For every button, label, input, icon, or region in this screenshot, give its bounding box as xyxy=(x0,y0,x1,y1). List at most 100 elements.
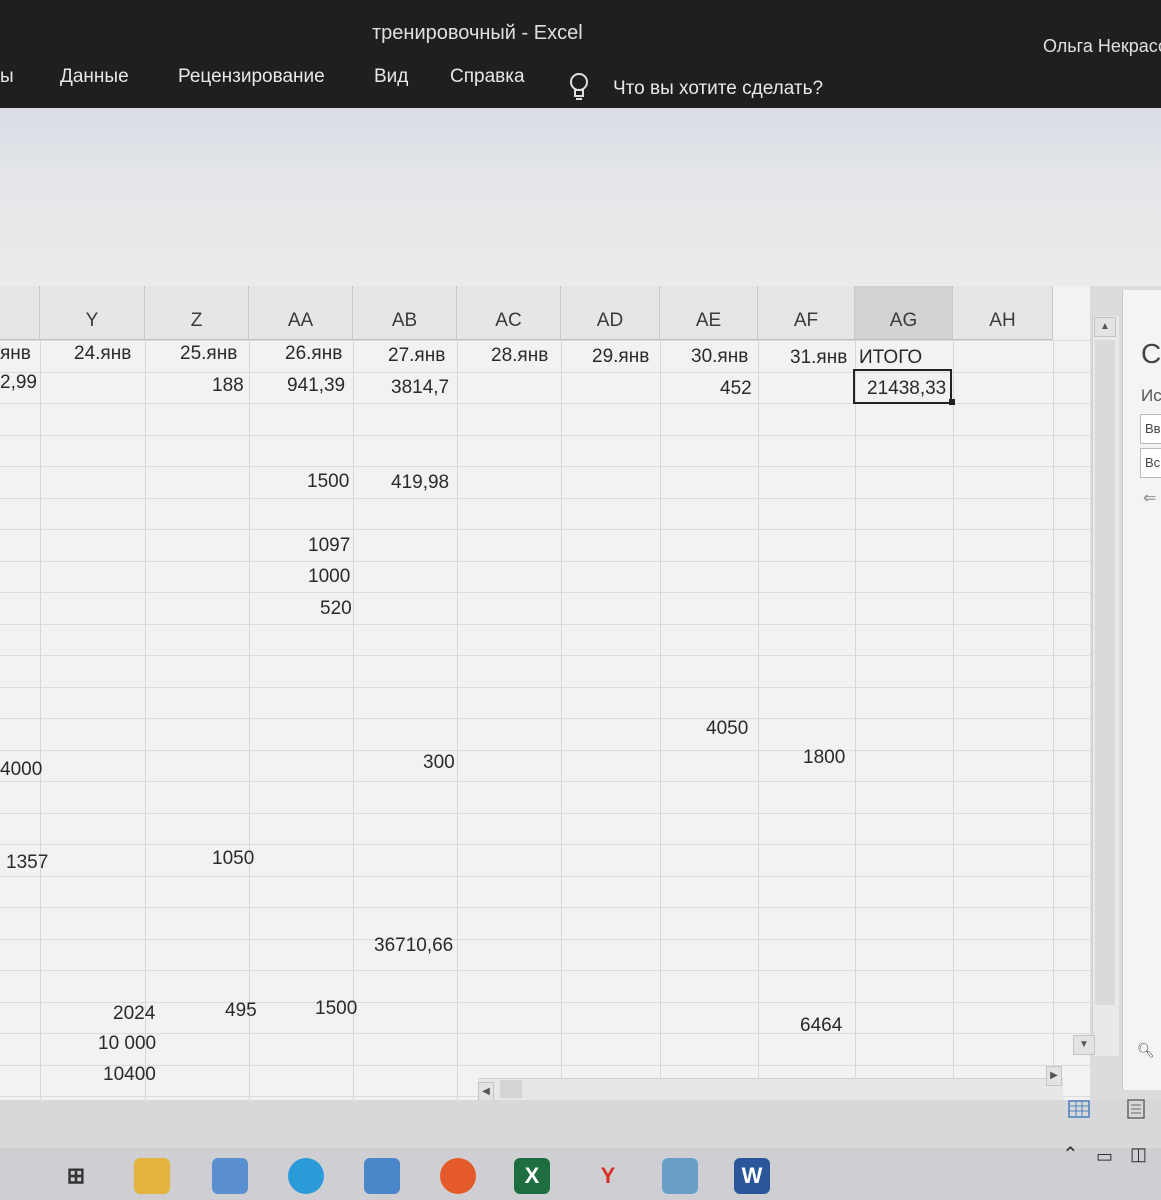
tab-review[interactable]: Рецензирование xyxy=(178,66,325,88)
cell-value[interactable]: 2024 xyxy=(113,1003,155,1025)
cell-value[interactable]: 1500 xyxy=(315,998,357,1020)
search-icon[interactable]: 🔍︎ xyxy=(1137,1042,1155,1059)
column-header-partial[interactable] xyxy=(0,286,40,340)
cell-partial-date[interactable]: янв xyxy=(0,343,31,365)
tab-partial[interactable]: ы xyxy=(0,66,14,88)
cell-z-date[interactable]: 25.янв xyxy=(180,343,237,365)
lightbulb-icon xyxy=(570,73,588,100)
normal-view-icon[interactable] xyxy=(1068,1098,1090,1120)
cell-ae-row1[interactable]: 452 xyxy=(720,378,752,400)
back-arrow-icon[interactable]: ⇐ xyxy=(1143,488,1156,508)
column-header-ag[interactable]: AG xyxy=(855,286,953,340)
mail-icon[interactable] xyxy=(212,1158,248,1194)
gridline xyxy=(0,750,1090,751)
excel-icon[interactable]: X xyxy=(514,1158,550,1194)
cell-value[interactable]: 1000 xyxy=(308,566,350,588)
gridline xyxy=(0,435,1090,436)
side-pane: С Ис Вв Вс ⇐ 🔍︎ xyxy=(1122,290,1161,1090)
gridline xyxy=(0,907,1090,908)
cell-ae-date[interactable]: 30.янв xyxy=(691,346,748,368)
side-pane-field-1[interactable]: Вв xyxy=(1140,414,1161,444)
gridline xyxy=(0,718,1090,719)
network-icon[interactable]: ▭ xyxy=(1096,1146,1113,1167)
scroll-left-icon[interactable]: ◀ xyxy=(478,1082,494,1102)
tell-me-search[interactable]: Что вы хотите сделать? xyxy=(613,78,823,100)
chevron-up-icon[interactable]: ⌃ xyxy=(1062,1142,1079,1167)
column-header-ac[interactable]: AC xyxy=(457,286,561,340)
column-header-af[interactable]: AF xyxy=(758,286,855,340)
column-header-z[interactable]: Z xyxy=(145,286,249,340)
cell-ad-date[interactable]: 29.янв xyxy=(592,346,649,368)
vertical-scroll-thumb[interactable] xyxy=(1095,340,1115,1005)
app-icon[interactable] xyxy=(662,1158,698,1194)
gridline xyxy=(1053,340,1054,1166)
fill-handle[interactable] xyxy=(949,399,955,405)
cell-ac-date[interactable]: 28.янв xyxy=(491,345,548,367)
cell-y-date[interactable]: 24.янв xyxy=(74,343,131,365)
cell-af-date[interactable]: 31.янв xyxy=(790,347,847,369)
scroll-down-icon[interactable]: ▼ xyxy=(1073,1035,1095,1055)
cell-value[interactable]: 4000 xyxy=(0,759,42,781)
cell-value[interactable]: 10400 xyxy=(103,1064,156,1086)
word-icon[interactable]: W xyxy=(734,1158,770,1194)
cell-value[interactable]: 1097 xyxy=(308,535,350,557)
horizontal-scrollbar[interactable] xyxy=(478,1078,1063,1101)
side-pane-field-2[interactable]: Вс xyxy=(1140,448,1161,478)
column-header-ae[interactable]: AE xyxy=(660,286,758,340)
cell-ab-date[interactable]: 27.янв xyxy=(388,345,445,367)
gridline xyxy=(0,970,1090,971)
user-name[interactable]: Ольга Некрасо xyxy=(1043,36,1161,57)
chrome-icon[interactable] xyxy=(440,1158,476,1194)
volume-icon[interactable]: ◫ xyxy=(1130,1144,1147,1165)
edge-icon[interactable] xyxy=(288,1158,324,1194)
gridline xyxy=(0,498,1090,499)
yandex-icon[interactable]: Y xyxy=(590,1158,626,1194)
gridline xyxy=(0,624,1090,625)
column-header-ab[interactable]: AB xyxy=(353,286,457,340)
worksheet-grid[interactable]: Y Z AA AB AC AD AE AF AG AH xyxy=(0,286,1090,1166)
gridline xyxy=(0,1033,1090,1034)
gridline xyxy=(0,561,1090,562)
gridline xyxy=(0,592,1090,593)
cell-value[interactable]: 495 xyxy=(225,1000,257,1022)
gridline xyxy=(249,340,250,1166)
gridline xyxy=(660,340,661,1166)
cell-value[interactable]: 36710,66 xyxy=(374,935,453,957)
horizontal-scroll-thumb[interactable] xyxy=(500,1080,522,1098)
cell-value[interactable]: 1050 xyxy=(212,848,254,870)
window-title: тренировочный - Excel xyxy=(372,22,583,44)
column-header-ad[interactable]: AD xyxy=(561,286,660,340)
task-view-icon[interactable]: ⊞ xyxy=(58,1158,94,1194)
cell-ab-row1[interactable]: 3814,7 xyxy=(391,377,449,399)
file-explorer-icon[interactable] xyxy=(134,1158,170,1194)
gridline xyxy=(561,340,562,1166)
store-icon[interactable] xyxy=(364,1158,400,1194)
cell-z-row1[interactable]: 188 xyxy=(212,375,244,397)
page-layout-icon[interactable] xyxy=(1125,1098,1147,1120)
tab-help[interactable]: Справка xyxy=(450,66,525,88)
cell-value[interactable]: 4050 xyxy=(706,718,748,740)
cell-value[interactable]: 10 000 xyxy=(98,1033,156,1055)
gridline xyxy=(0,1065,1090,1066)
scroll-right-icon[interactable]: ▶ xyxy=(1046,1066,1062,1086)
cell-value[interactable]: 520 xyxy=(320,598,352,620)
cell-value[interactable]: 1357 xyxy=(6,852,48,874)
cell-value[interactable]: 1500 xyxy=(307,471,349,493)
cell-ag-total-label[interactable]: ИТОГО xyxy=(859,347,922,369)
cell-partial-row1[interactable]: 2,99 xyxy=(0,372,37,394)
gridline xyxy=(0,876,1090,877)
cell-value[interactable]: 6464 xyxy=(800,1015,842,1037)
cell-value[interactable]: 300 xyxy=(423,752,455,774)
tab-view[interactable]: Вид xyxy=(374,66,408,88)
cell-aa-row1[interactable]: 941,39 xyxy=(287,375,345,397)
scroll-up-icon[interactable]: ▲ xyxy=(1094,317,1116,337)
tab-data[interactable]: Данные xyxy=(60,66,129,88)
cell-value[interactable]: 1800 xyxy=(803,747,845,769)
gridline xyxy=(0,529,1090,530)
gridline xyxy=(0,466,1090,467)
column-header-y[interactable]: Y xyxy=(40,286,145,340)
column-header-ah[interactable]: AH xyxy=(953,286,1053,340)
cell-aa-date[interactable]: 26.янв xyxy=(285,343,342,365)
cell-value[interactable]: 419,98 xyxy=(391,472,449,494)
column-header-aa[interactable]: AA xyxy=(249,286,353,340)
